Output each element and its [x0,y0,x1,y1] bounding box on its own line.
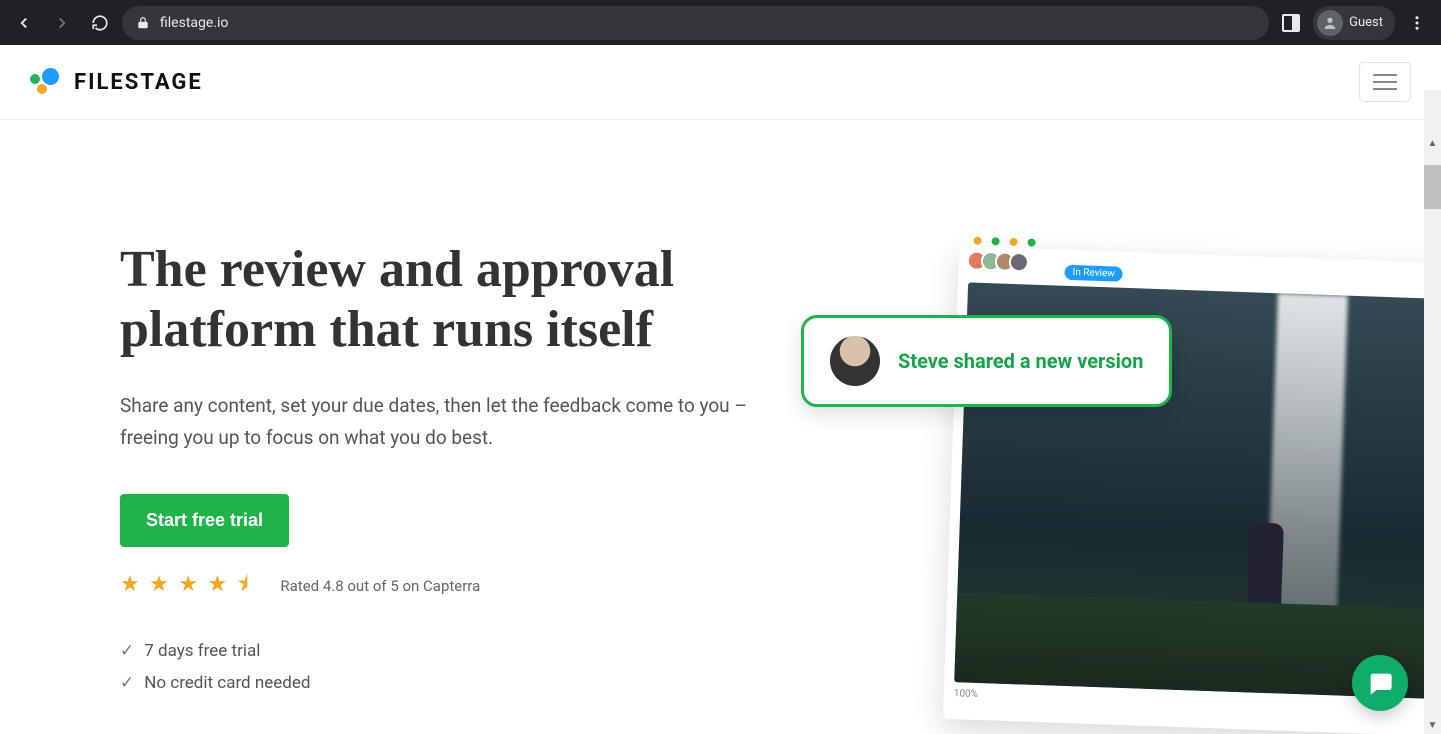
address-bar[interactable]: filestage.io [122,6,1269,40]
profile-label: Guest [1349,15,1383,30]
scroll-up-button[interactable]: ▲ [1424,135,1441,152]
start-free-trial-button[interactable]: Start free trial [120,494,289,547]
notification-toast: Steve shared a new version [801,315,1172,407]
check-label: No credit card needed [144,673,310,693]
profile-badge[interactable]: Guest [1313,6,1395,40]
check-item: ✓ 7 days free trial [120,635,820,667]
chat-button[interactable] [1352,655,1408,711]
browser-toolbar: filestage.io Guest [0,0,1441,45]
status-badge: In Review [1064,265,1123,282]
lock-icon [136,16,150,30]
scrollbar-thumb[interactable] [1424,165,1441,209]
reload-button[interactable] [84,7,116,39]
panel-toggle[interactable] [1275,7,1307,39]
toast-text: Steve shared a new version [898,349,1143,373]
check-icon: ✓ [120,673,134,693]
hero-subheading: Share any content, set your due dates, t… [120,390,780,455]
rating-text: Rated 4.8 out of 5 on Capterra [280,577,480,595]
brand-logo[interactable]: FILESTAGE [30,68,203,96]
check-item: ✓ No credit card needed [120,667,820,699]
url-text: filestage.io [160,15,228,31]
page-viewport: FILESTAGE The review and approval platfo… [0,45,1441,734]
site-header: FILESTAGE [0,45,1441,120]
rating-stars: ★ ★ ★ ★ ⯨ [120,567,250,605]
check-label: 7 days free trial [144,641,260,661]
check-icon: ✓ [120,641,134,661]
back-button[interactable] [8,7,40,39]
chat-icon [1366,669,1394,697]
collaborator-avatars [973,251,1030,273]
person-icon [1317,10,1343,36]
menu-toggle[interactable] [1359,62,1411,102]
forward-button[interactable] [46,7,78,39]
logo-dots-icon [30,68,64,96]
kebab-menu[interactable] [1401,7,1433,39]
brand-name: FILESTAGE [74,70,203,95]
scroll-down-button[interactable]: ▼ [1424,717,1441,734]
hero-heading: The review and approval platform that ru… [120,240,820,360]
avatar [830,336,880,386]
scrollbar-track[interactable]: ▲ ▼ [1424,90,1441,734]
